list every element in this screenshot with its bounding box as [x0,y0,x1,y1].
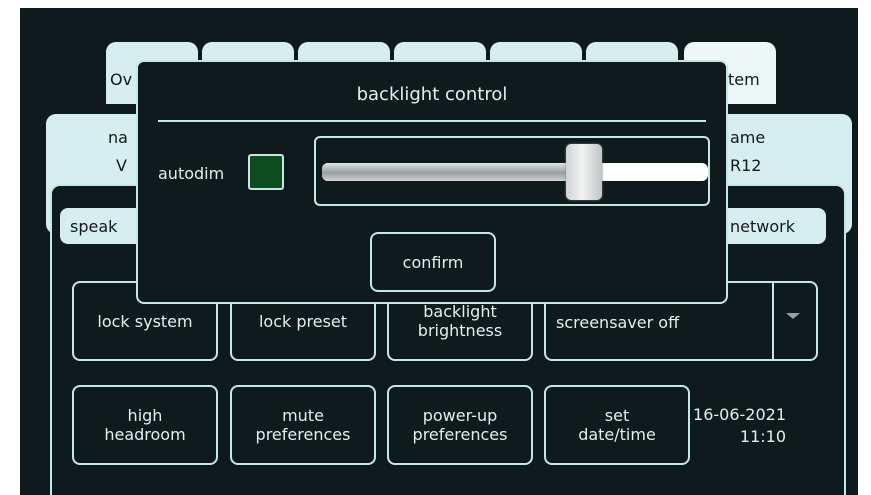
slider-track[interactable] [322,163,708,181]
slider-fill [322,163,585,181]
tab-speakers-label: speak [70,216,118,236]
tab-network-label: network [730,216,795,236]
dropdown-divider [772,283,774,359]
name-label: na [108,128,128,147]
dialog-title: backlight control [356,84,508,105]
set-date-time-button[interactable]: set date/time [544,385,690,465]
screensaver-value: screensaver off [556,313,680,332]
current-time: 11:10 [739,427,786,446]
mute-preferences-button[interactable]: mute preferences [230,385,376,465]
frame-label: ame [730,128,766,147]
tab-network[interactable]: network [720,208,826,244]
autodim-label: autodim [158,164,225,183]
title-divider [158,120,706,122]
frame-value: R12 [730,156,762,175]
high-headroom-button[interactable]: high headroom [72,385,218,465]
tab-label: tem [728,70,760,89]
tab-label: Ov [110,70,133,89]
chevron-down-icon[interactable] [786,313,800,319]
power-up-preferences-button[interactable]: power-up preferences [387,385,533,465]
current-date: 16-06-2021 [693,405,786,424]
confirm-button[interactable]: confirm [370,232,496,292]
name-value: V [116,156,127,175]
brightness-slider[interactable] [314,136,710,206]
current-datetime: 16-06-2021 11:10 [676,404,786,448]
slider-thumb[interactable] [566,144,603,200]
device-screen: Ov tem na V ame R12 speak network lock s… [20,8,858,495]
autodim-checkbox[interactable] [248,154,284,190]
backlight-control-dialog: backlight control autodim confirm [136,60,728,304]
